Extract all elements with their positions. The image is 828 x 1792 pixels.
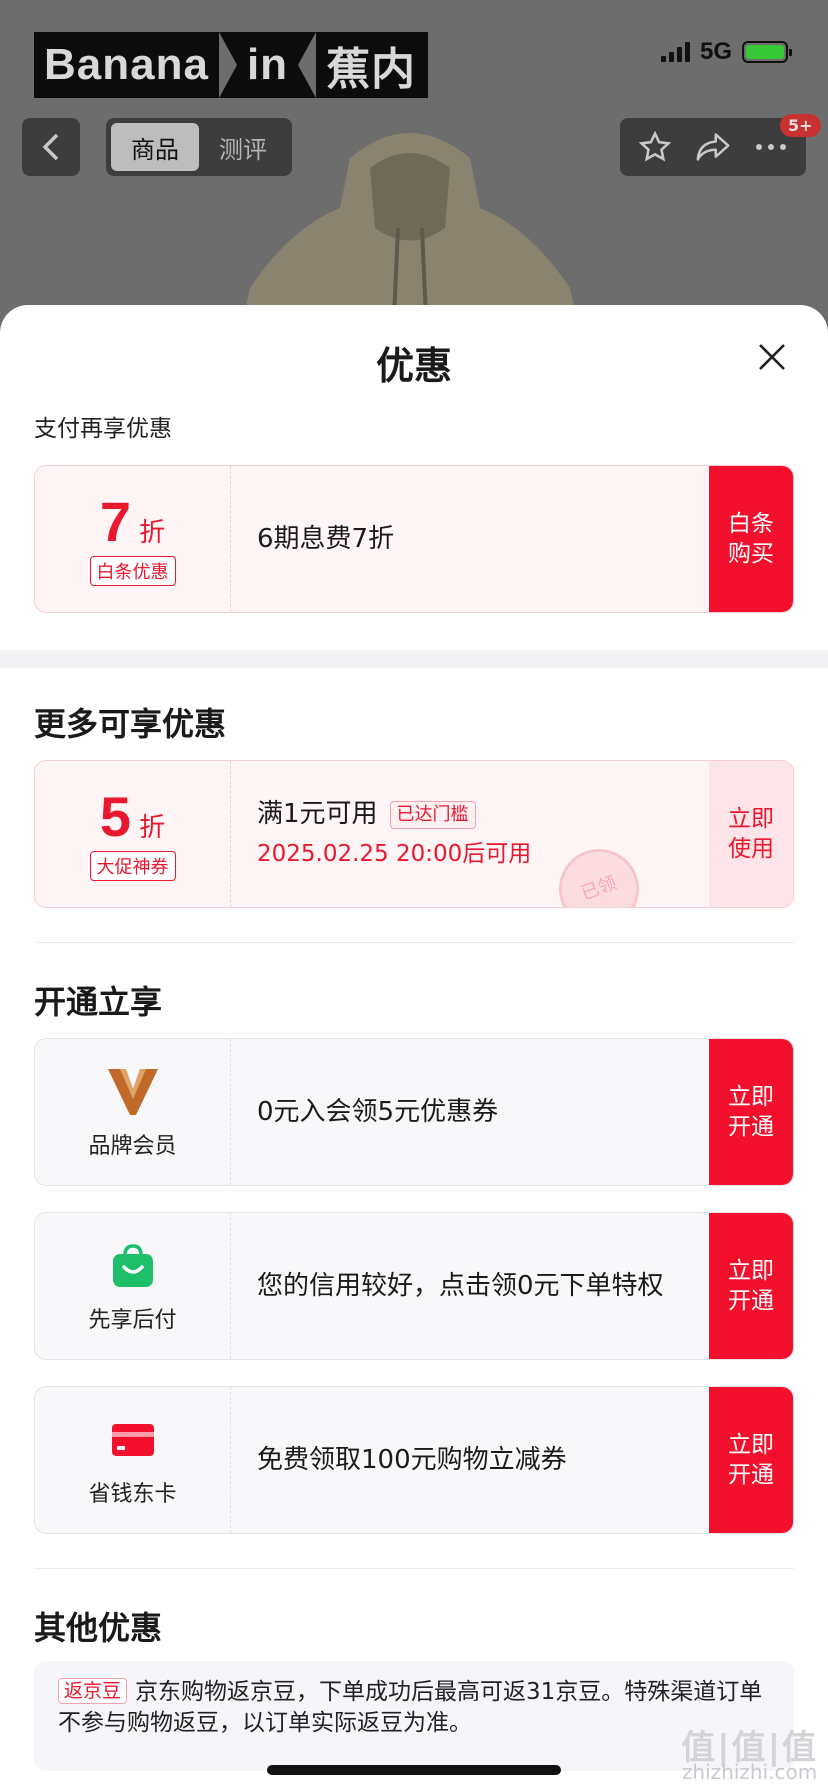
close-icon: [759, 344, 785, 370]
icon-label: 先享后付: [88, 1308, 177, 1333]
discount-block: 5 折 大促神券: [35, 761, 231, 907]
watermark-logo: 值|值|值: [681, 1728, 818, 1768]
coupon-card[interactable]: 5 折 大促神券 满1元可用 已达门槛 2025.02.25 20:00后可用 已…: [34, 760, 794, 908]
network-label: 5G: [699, 38, 732, 65]
tab-reviews[interactable]: 测评: [199, 123, 287, 171]
baitiao-offer-card[interactable]: 7 折 白条优惠 6期息费7折 白条 购买: [34, 465, 794, 613]
discount-number: 5: [99, 785, 132, 848]
icon-block: 省钱东卡: [35, 1387, 231, 1533]
status-bar-right: 5G: [660, 38, 792, 66]
saver-card-card[interactable]: 省钱东卡 免费领取100元购物立减券 立即 开通: [34, 1386, 794, 1534]
discount-unit: 折: [139, 813, 166, 843]
open-section-label: 开通立享: [34, 983, 163, 1021]
discount-tag: 白条优惠: [89, 556, 176, 586]
offer-text: 免费领取100元购物立减券: [257, 1445, 567, 1475]
open-pay-later-button[interactable]: 立即 开通: [709, 1213, 793, 1359]
watermark-url: zhizhizhi.com: [681, 1760, 818, 1784]
back-button[interactable]: [22, 118, 80, 176]
star-icon[interactable]: [638, 130, 672, 164]
divider: [34, 1568, 794, 1569]
product-page-background: Banana in 蕉内 5G 商品 测评 5+: [0, 0, 828, 340]
jingdou-rebate-info: 返京豆 京东购物返京豆，下单成功后最高可返31京豆。特殊渠道订单不参与购物返豆，以…: [34, 1661, 794, 1771]
offer-content: 满1元可用 已达门槛 2025.02.25 20:00后可用 已领: [231, 761, 709, 907]
icon-block: 品牌会员: [35, 1039, 231, 1185]
brand-name-cn: 蕉内: [326, 45, 417, 94]
brand-member-v-icon: [107, 1069, 158, 1115]
more-section-label: 更多可享优惠: [34, 705, 227, 743]
discount-tag: 大促神券: [89, 851, 176, 881]
brand-member-card[interactable]: 品牌会员 0元入会领5元优惠券 立即 开通: [34, 1038, 794, 1186]
watermark: 值|值|值 zhizhizhi.com: [681, 1728, 818, 1784]
discount-unit: 折: [139, 518, 166, 548]
rebate-tag: 返京豆: [58, 1678, 128, 1704]
section-gap: [0, 650, 828, 668]
icon-label: 省钱东卡: [88, 1482, 177, 1507]
rebate-text: 京东购物返京豆，下单成功后最高可返31京豆。特殊渠道订单不参与购物返豆，以订单实…: [58, 1679, 763, 1736]
coupon-condition-line: 满1元可用 已达门槛: [257, 796, 709, 832]
icon-block: 先享后付: [35, 1213, 231, 1359]
brand-separator: [298, 32, 317, 98]
open-saver-card-button[interactable]: 立即 开通: [709, 1387, 793, 1533]
offer-content: 免费领取100元购物立减券: [231, 1387, 709, 1533]
home-indicator: [267, 1765, 561, 1775]
discount-block: 7 折 白条优惠: [35, 466, 231, 612]
offer-content: 6期息费7折: [231, 466, 709, 612]
open-member-button[interactable]: 立即 开通: [709, 1039, 793, 1185]
icon-label: 品牌会员: [88, 1134, 177, 1159]
discount-value: 7 折: [100, 492, 165, 552]
icon-container: [105, 1412, 161, 1468]
brand-separator: [218, 32, 237, 98]
sheet-title: 优惠: [375, 344, 452, 388]
close-button[interactable]: [750, 335, 794, 379]
brand-banner: Banana in 蕉内: [34, 32, 429, 98]
notification-badge: 5+: [780, 114, 821, 137]
brand-in: in: [246, 40, 289, 89]
shopping-bag-icon: [112, 1244, 153, 1287]
product-tabs: 商品 测评: [106, 118, 292, 176]
use-coupon-button[interactable]: 立即 使用: [709, 761, 793, 907]
more-icon[interactable]: [754, 142, 788, 152]
coupon-condition: 满1元可用: [257, 799, 378, 829]
share-icon[interactable]: [695, 131, 731, 163]
threshold-tag: 已达门槛: [389, 800, 476, 829]
tab-product[interactable]: 商品: [111, 123, 199, 171]
icon-container: [105, 1238, 161, 1294]
baitiao-buy-button[interactable]: 白条 购买: [709, 466, 793, 612]
pay-section-label: 支付再享优惠: [34, 416, 172, 442]
brand-name-latin: Banana: [44, 40, 209, 89]
discount-number: 7: [99, 490, 132, 553]
divider: [34, 942, 794, 943]
other-section-label: 其他优惠: [34, 1609, 163, 1647]
offer-content: 您的信用较好，点击领0元下单特权: [231, 1213, 709, 1359]
pay-later-card[interactable]: 先享后付 您的信用较好，点击领0元下单特权 立即 开通: [34, 1212, 794, 1360]
chevron-left-icon: [42, 133, 59, 161]
offer-content: 0元入会领5元优惠券: [231, 1039, 709, 1185]
offer-text: 0元入会领5元优惠券: [257, 1097, 499, 1127]
coupon-valid-time: 2025.02.25 20:00后可用: [257, 841, 532, 867]
discount-value: 5 折: [100, 787, 165, 847]
top-actions: [620, 118, 806, 176]
red-card-icon: [111, 1424, 154, 1456]
offer-text: 6期息费7折: [257, 524, 395, 554]
offer-text: 您的信用较好，点击领0元下单特权: [257, 1271, 664, 1301]
icon-container: [105, 1064, 161, 1120]
offers-sheet: 优惠 支付再享优惠 7 折 白条优惠 6期息费7折 白条 购买 更多可享优惠 5…: [0, 305, 828, 1792]
battery-icon: [742, 41, 792, 63]
signal-icon: [660, 42, 690, 62]
